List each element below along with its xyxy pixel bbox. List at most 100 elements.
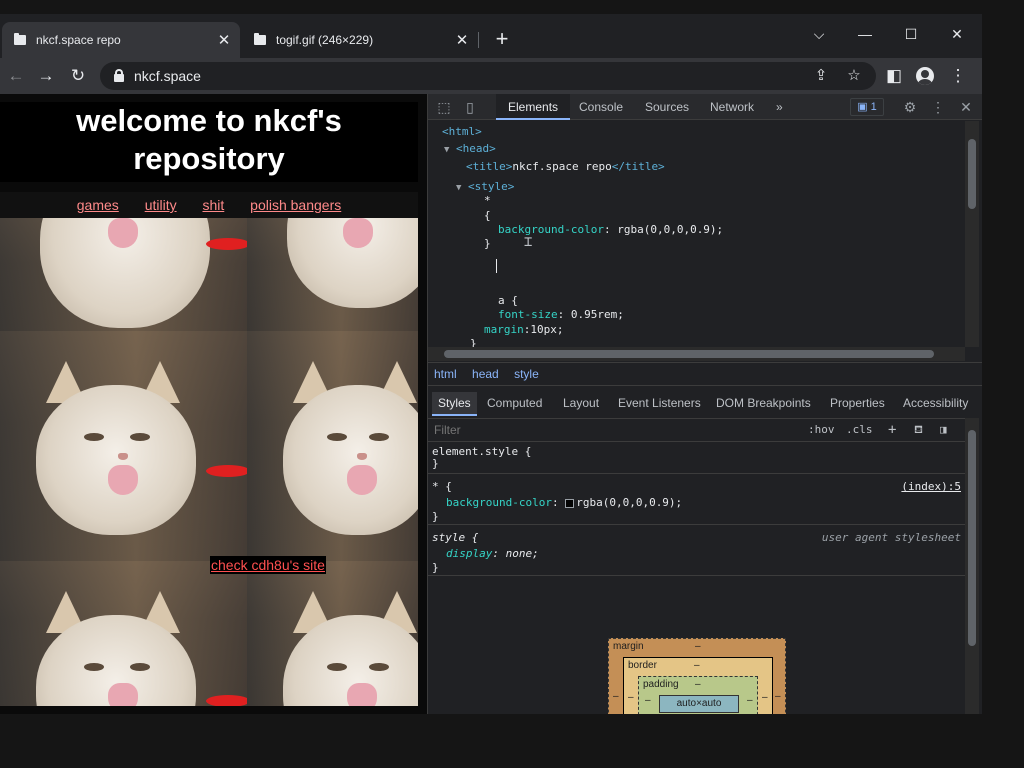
page-title: welcome to nkcf's repository — [0, 102, 418, 182]
toggle-sidebar-icon[interactable]: ◨ — [940, 419, 947, 441]
tab-strip: nkcf.space repo ✕ togif.gif (246×229) ✕ … — [0, 14, 982, 58]
menu-icon[interactable]: ⋮ — [944, 62, 972, 90]
rule-element-style: element.style { } — [428, 442, 965, 474]
tab-close-icon[interactable]: ✕ — [452, 31, 472, 49]
styles-filter-input[interactable] — [432, 420, 792, 440]
rule-close: } — [432, 457, 439, 470]
tab-sources[interactable]: Sources — [645, 94, 689, 120]
folder-icon — [14, 33, 26, 45]
url-text[interactable]: nkcf.space — [134, 68, 201, 84]
device-toolbar-icon[interactable]: ▯ — [462, 99, 478, 115]
hover-state-button[interactable]: :hov — [808, 419, 835, 441]
breadcrumb-html[interactable]: html — [434, 367, 457, 381]
maximize-button[interactable]: ☐ — [888, 20, 934, 48]
styles-scrollbar[interactable] — [965, 418, 979, 714]
subtab-computed[interactable]: Computed — [487, 392, 542, 414]
dom-node-title[interactable]: <title>nkcf.space repo</title> — [466, 160, 665, 174]
class-toggle-button[interactable]: .cls — [846, 419, 873, 441]
paint-roller-icon[interactable]: ⛾ — [914, 419, 923, 441]
rule-source-ua: user agent stylesheet — [821, 531, 961, 544]
rule-declaration[interactable]: background-color: rgba(0,0,0,0.9); — [446, 495, 682, 511]
rule-selector[interactable]: * { — [432, 479, 452, 495]
cat-gif-tile — [247, 218, 418, 331]
expand-triangle-icon: ▼ — [444, 145, 450, 155]
tab-console[interactable]: Console — [579, 94, 623, 120]
css-source-line: } — [484, 237, 491, 250]
tab-elements[interactable]: Elements — [496, 94, 571, 120]
close-window-button[interactable]: ✕ — [934, 20, 980, 48]
css-source-line: margin:10px; — [484, 323, 564, 336]
inspect-element-icon[interactable]: ⬚ — [436, 99, 452, 115]
css-source-line: * — [484, 194, 491, 207]
box-model-margin[interactable]: margin – – – border – – – padding – – – … — [608, 638, 786, 714]
rule-close: } — [432, 510, 439, 523]
expand-triangle-icon: ▼ — [456, 183, 462, 193]
rule-universal: * { (index):5 background-color: rgba(0,0… — [428, 475, 965, 525]
browser-window: nkcf.space repo ✕ togif.gif (246×229) ✕ … — [0, 14, 982, 714]
dom-node-html[interactable]: <html> — [442, 125, 482, 139]
side-panel-icon[interactable]: ◧ — [880, 62, 908, 90]
rule-source-link[interactable]: (index):5 — [901, 479, 961, 495]
subtab-dom-breakpoints[interactable]: DOM Breakpoints — [716, 392, 811, 414]
more-tabs-button[interactable]: » — [776, 94, 783, 120]
elements-tree: <html> ▼ <head> <title>nkcf.space repo</… — [428, 121, 965, 350]
link-cdh8u-site[interactable]: check cdh8u's site — [210, 556, 326, 574]
box-model-diagram: margin – – – border – – – padding – – – … — [608, 638, 786, 714]
dom-node-head[interactable]: ▼ <head> — [444, 142, 496, 157]
issues-badge[interactable]: ▣ 1 — [850, 98, 884, 116]
styles-filter-bar: :hov .cls + ⛾ ◨ — [428, 418, 965, 442]
reload-button[interactable]: ↻ — [64, 62, 92, 90]
tab-togif[interactable]: togif.gif (246×229) ✕ — [242, 22, 478, 58]
page-title-line2: repository — [133, 141, 285, 176]
elements-horizontal-scrollbar[interactable] — [428, 347, 965, 361]
lock-icon[interactable] — [114, 69, 124, 82]
new-tab-button[interactable]: + — [490, 28, 514, 52]
tab-search-icon[interactable]: ⌵ — [796, 20, 842, 48]
devtools-panel: ⬚ ▯ Elements Console Sources Network » ▣… — [427, 94, 982, 714]
link-utility[interactable]: utility — [145, 197, 177, 213]
profile-avatar[interactable] — [916, 67, 934, 85]
message-icon: ▣ — [857, 101, 868, 113]
issues-count: 1 — [870, 101, 877, 113]
box-model-content[interactable]: auto×auto — [659, 695, 739, 713]
text-caret — [496, 259, 497, 273]
tab-close-icon[interactable]: ✕ — [214, 31, 234, 49]
box-model-padding[interactable]: padding – – – – auto×auto — [638, 676, 758, 714]
text-cursor-icon: ⌶ — [524, 234, 533, 250]
subtab-properties[interactable]: Properties — [830, 392, 885, 414]
dom-node-style[interactable]: ▼ <style> — [456, 180, 514, 195]
devtools-menu-icon[interactable]: ⋮ — [930, 99, 946, 115]
new-rule-button[interactable]: + — [888, 419, 896, 441]
cat-gif-tile — [0, 561, 247, 706]
breadcrumb-head[interactable]: head — [472, 367, 499, 381]
settings-gear-icon[interactable]: ⚙ — [902, 99, 918, 115]
tab-title: togif.gif (246×229) — [276, 33, 374, 47]
subtab-event-listeners[interactable]: Event Listeners — [618, 392, 701, 414]
cat-gif-tile — [0, 331, 247, 561]
site-nav: games utility shit polish bangers — [0, 192, 418, 218]
devtools-close-icon[interactable]: ✕ — [958, 99, 974, 115]
share-icon[interactable]: ⇪ — [810, 65, 832, 87]
tab-title: nkcf.space repo — [36, 33, 121, 47]
cat-gif-tile — [247, 331, 418, 561]
rule-selector[interactable]: element.style { — [432, 444, 531, 460]
link-shit[interactable]: shit — [202, 197, 224, 213]
tab-network[interactable]: Network — [710, 94, 754, 120]
tab-separator — [478, 32, 479, 48]
bookmark-star-icon[interactable]: ☆ — [843, 65, 865, 87]
subtab-styles[interactable]: Styles — [432, 392, 477, 416]
rule-declaration: display: none; — [446, 547, 539, 560]
link-polish-bangers[interactable]: polish bangers — [250, 197, 341, 213]
elements-vertical-scrollbar[interactable] — [965, 121, 979, 347]
forward-button[interactable]: → — [32, 62, 60, 90]
subtab-accessibility[interactable]: Accessibility — [903, 392, 968, 414]
tab-nkcf-repo[interactable]: nkcf.space repo ✕ — [2, 22, 240, 58]
breadcrumb-style[interactable]: style — [514, 367, 539, 381]
color-swatch-icon — [565, 498, 575, 508]
subtab-layout[interactable]: Layout — [563, 392, 599, 414]
box-model-border[interactable]: border – – – padding – – – – auto×auto — [623, 657, 773, 714]
link-games[interactable]: games — [77, 197, 119, 213]
minimize-button[interactable]: — — [842, 20, 888, 48]
back-button[interactable]: ← — [2, 62, 30, 90]
address-bar[interactable]: nkcf.space ⇪ ☆ — [100, 62, 876, 90]
